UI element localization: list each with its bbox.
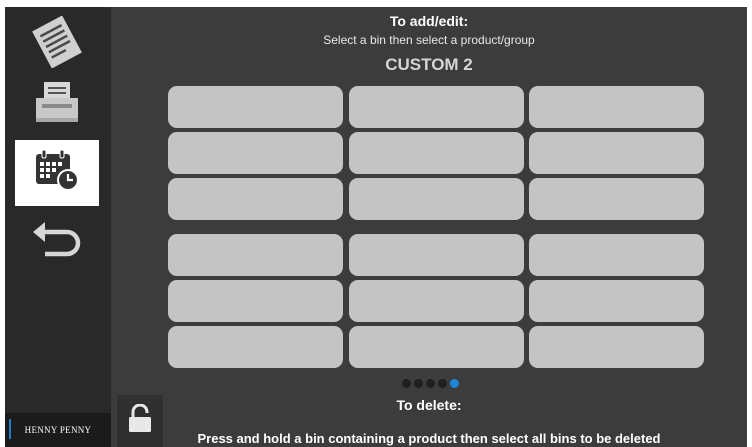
bin-14[interactable] — [349, 280, 524, 322]
bin-4[interactable] — [168, 132, 343, 174]
bin-17[interactable] — [349, 326, 524, 368]
bin-12[interactable] — [529, 234, 704, 276]
page-dot-5-active[interactable] — [450, 379, 459, 388]
bin-13[interactable] — [168, 280, 343, 322]
bin-9[interactable] — [529, 178, 704, 220]
add-edit-instruction: Select a bin then select a product/group — [323, 33, 535, 47]
document-icon — [27, 14, 87, 73]
printer-icon — [34, 80, 80, 129]
add-edit-title: To add/edit: — [389, 13, 469, 29]
bin-18[interactable] — [529, 326, 704, 368]
bin-1[interactable] — [168, 86, 343, 128]
bin-10[interactable] — [168, 234, 343, 276]
bin-6[interactable] — [529, 132, 704, 174]
delete-instruction: Press and hold a bin containing a produc… — [197, 431, 661, 446]
back-arrow-icon — [31, 219, 83, 264]
bin-15[interactable] — [529, 280, 704, 322]
page-dot-2[interactable] — [414, 379, 423, 388]
brand-logo: HENNY PENNY — [5, 413, 111, 447]
page-dot-4[interactable] — [438, 379, 447, 388]
sidebar-item-back[interactable] — [15, 208, 99, 274]
bin-11[interactable] — [349, 234, 524, 276]
bin-7[interactable] — [168, 178, 343, 220]
group-name: CUSTOM 2 — [385, 55, 473, 74]
page-dot-1[interactable] — [402, 379, 411, 388]
screen: HENNY PENNY To add/edit: Select a bin th… — [5, 7, 747, 447]
brand-accent-bar — [9, 419, 11, 439]
delete-title: To delete: — [396, 397, 462, 413]
page-dot-3[interactable] — [426, 379, 435, 388]
bin-8[interactable] — [349, 178, 524, 220]
sidebar-item-schedule[interactable] — [15, 140, 99, 206]
sidebar: HENNY PENNY — [5, 7, 111, 447]
calendar-clock-icon — [33, 148, 81, 199]
sidebar-item-document[interactable] — [15, 11, 99, 77]
page-indicator — [402, 379, 459, 388]
bin-2[interactable] — [349, 86, 524, 128]
brand-text: HENNY PENNY — [24, 425, 92, 435]
bin-5[interactable] — [349, 132, 524, 174]
sidebar-item-printer[interactable] — [15, 71, 99, 137]
bin-16[interactable] — [168, 326, 343, 368]
bin-3[interactable] — [529, 86, 704, 128]
